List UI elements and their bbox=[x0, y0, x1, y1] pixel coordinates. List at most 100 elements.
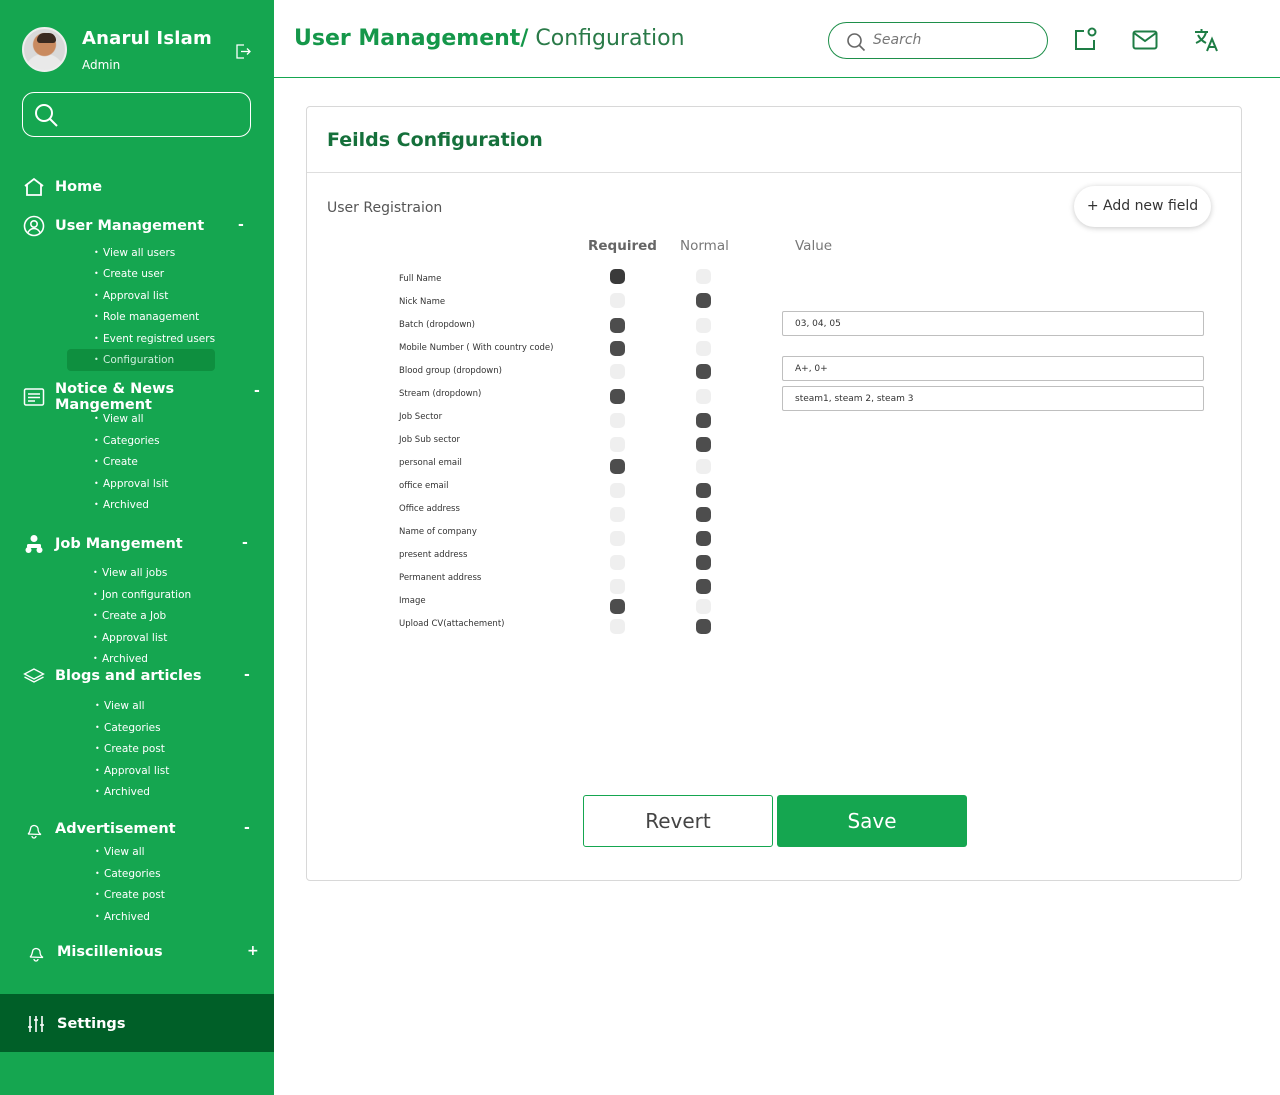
nav-miscellaneous[interactable]: Miscillenious bbox=[25, 941, 163, 963]
sidebar-item-approval-list[interactable]: Approval lsit bbox=[94, 478, 168, 490]
normal-radio[interactable] bbox=[696, 555, 711, 570]
search-placeholder: Search bbox=[873, 32, 922, 48]
nav-advertisement[interactable]: Advertisement bbox=[23, 818, 176, 840]
notification-icon[interactable] bbox=[1071, 26, 1099, 54]
sidebar-item-archived[interactable]: Archived bbox=[95, 911, 150, 923]
field-label: Batch (dropdown) bbox=[399, 320, 476, 330]
sidebar-item-create-user[interactable]: Create user bbox=[94, 268, 164, 280]
sidebar-item-categories[interactable]: Categories bbox=[95, 722, 161, 734]
field-label: present address bbox=[399, 550, 468, 560]
sidebar-item-view-all[interactable]: View all bbox=[95, 700, 145, 712]
sidebar-item-event-registered-users[interactable]: Event registred users bbox=[94, 333, 215, 345]
required-radio[interactable] bbox=[610, 318, 625, 333]
sidebar-item-view-all-users[interactable]: View all users bbox=[94, 247, 175, 259]
nav-user-management[interactable]: User Management bbox=[23, 215, 204, 237]
normal-radio[interactable] bbox=[696, 318, 711, 333]
required-radio[interactable] bbox=[610, 389, 625, 404]
field-label: Job Sub sector bbox=[399, 435, 461, 445]
sidebar-item-approval-list[interactable]: Approval list bbox=[95, 765, 169, 777]
sidebar-item-configuration[interactable]: Configuration bbox=[94, 354, 174, 366]
sidebar-item-archived[interactable]: Archived bbox=[93, 653, 148, 665]
sidebar-item-create-post[interactable]: Create post bbox=[95, 889, 165, 901]
sidebar-item-categories[interactable]: Categories bbox=[94, 435, 160, 447]
collapse-toggle[interactable]: - bbox=[244, 820, 250, 836]
avatar bbox=[22, 27, 67, 72]
nav-settings[interactable]: Settings bbox=[25, 1013, 125, 1035]
sidebar-item-job-configuration[interactable]: Jon configuration bbox=[93, 589, 191, 601]
collapse-toggle[interactable]: - bbox=[242, 535, 248, 551]
required-radio[interactable] bbox=[610, 531, 625, 546]
required-radio[interactable] bbox=[610, 269, 625, 284]
search-input[interactable]: Search bbox=[828, 22, 1048, 59]
normal-radio[interactable] bbox=[696, 293, 711, 308]
nav-miscellaneous-label: Miscillenious bbox=[57, 944, 163, 960]
sidebar-item-approval-list[interactable]: Approval list bbox=[94, 290, 168, 302]
org-chart-icon bbox=[23, 533, 45, 555]
field-value-input[interactable]: A+, 0+ bbox=[782, 356, 1204, 381]
sidebar-item-archived[interactable]: Archived bbox=[95, 786, 150, 798]
required-radio[interactable] bbox=[610, 619, 625, 634]
bell-icon bbox=[23, 818, 45, 840]
required-radio[interactable] bbox=[610, 437, 625, 452]
sidebar-item-create[interactable]: Create bbox=[94, 456, 138, 468]
add-new-field-button[interactable]: + Add new field bbox=[1074, 186, 1211, 227]
normal-radio[interactable] bbox=[696, 619, 711, 634]
normal-radio[interactable] bbox=[696, 599, 711, 614]
normal-radio[interactable] bbox=[696, 507, 711, 522]
normal-radio[interactable] bbox=[696, 579, 711, 594]
fields-configuration-card: Feilds Configuration User Registraion + … bbox=[306, 106, 1242, 881]
sidebar-search-input[interactable] bbox=[22, 92, 251, 137]
normal-radio[interactable] bbox=[696, 269, 711, 284]
field-value-input[interactable]: 03, 04, 05 bbox=[782, 311, 1204, 336]
breadcrumb-parent[interactable]: User Management/ bbox=[294, 26, 528, 51]
sidebar-item-view-all[interactable]: View all bbox=[94, 413, 144, 425]
normal-radio[interactable] bbox=[696, 531, 711, 546]
sidebar-item-role-management[interactable]: Role management bbox=[94, 311, 199, 323]
collapse-toggle[interactable]: - bbox=[254, 383, 260, 399]
collapse-toggle[interactable]: - bbox=[238, 217, 244, 233]
sidebar-item-archived[interactable]: Archived bbox=[94, 499, 149, 511]
expand-toggle[interactable]: + bbox=[247, 943, 259, 959]
normal-radio[interactable] bbox=[696, 341, 711, 356]
normal-radio[interactable] bbox=[696, 459, 711, 474]
sidebar: Anarul Islam Admin Home User Management … bbox=[0, 0, 274, 1095]
nav-job-management[interactable]: Job Mangement bbox=[23, 533, 183, 555]
normal-radio[interactable] bbox=[696, 364, 711, 379]
nav-blogs[interactable]: Blogs and articles bbox=[23, 665, 201, 687]
collapse-toggle[interactable]: - bbox=[244, 667, 250, 683]
normal-radio[interactable] bbox=[696, 483, 711, 498]
sidebar-item-categories[interactable]: Categories bbox=[95, 868, 161, 880]
nav-home[interactable]: Home bbox=[23, 176, 102, 198]
normal-radio[interactable] bbox=[696, 437, 711, 452]
sidebar-item-approval-list[interactable]: Approval list bbox=[93, 632, 167, 644]
required-radio[interactable] bbox=[610, 507, 625, 522]
sidebar-item-create-post[interactable]: Create post bbox=[95, 743, 165, 755]
required-radio[interactable] bbox=[610, 293, 625, 308]
normal-radio[interactable] bbox=[696, 389, 711, 404]
field-label: Office address bbox=[399, 504, 460, 514]
translate-icon[interactable] bbox=[1192, 26, 1220, 54]
required-radio[interactable] bbox=[610, 341, 625, 356]
nav-notice-news[interactable]: Notice & News Mangement bbox=[23, 381, 274, 413]
required-radio[interactable] bbox=[610, 555, 625, 570]
logout-icon[interactable] bbox=[234, 43, 251, 60]
required-radio[interactable] bbox=[610, 364, 625, 379]
required-radio[interactable] bbox=[610, 579, 625, 594]
column-header-required: Required bbox=[588, 238, 657, 254]
required-radio[interactable] bbox=[610, 413, 625, 428]
mail-icon[interactable] bbox=[1131, 26, 1159, 54]
field-label: Stream (dropdown) bbox=[399, 389, 482, 399]
required-radio[interactable] bbox=[610, 483, 625, 498]
required-radio[interactable] bbox=[610, 599, 625, 614]
sidebar-item-view-all-jobs[interactable]: View all jobs bbox=[93, 567, 167, 579]
required-radio[interactable] bbox=[610, 459, 625, 474]
revert-button[interactable]: Revert bbox=[583, 795, 773, 847]
sidebar-item-view-all[interactable]: View all bbox=[95, 846, 145, 858]
save-button[interactable]: Save bbox=[777, 795, 967, 847]
normal-radio[interactable] bbox=[696, 413, 711, 428]
search-icon bbox=[847, 33, 866, 52]
layers-icon bbox=[23, 665, 45, 687]
nav-home-label: Home bbox=[55, 179, 103, 195]
sidebar-item-create-job[interactable]: Create a Job bbox=[93, 610, 166, 622]
field-value-input[interactable]: steam1, steam 2, steam 3 bbox=[782, 386, 1204, 411]
